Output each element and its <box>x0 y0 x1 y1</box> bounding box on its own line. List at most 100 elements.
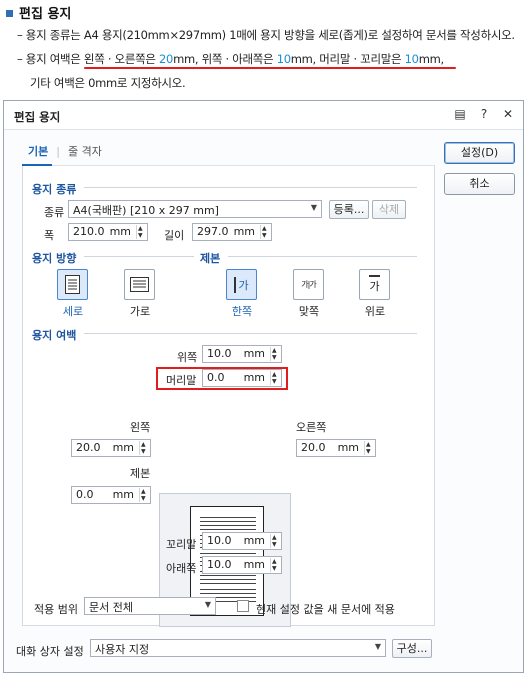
apply-scope-value: 문서 전체 <box>89 601 133 614</box>
spin-arrows-icon[interactable]: ▲ ▼ <box>139 441 148 455</box>
margins-section-title: 용지 여백 <box>32 329 77 342</box>
paper-type-value: A4(국배판) [210 x 297 mm] <box>73 204 219 217</box>
paper-type-section-title: 용지 종류 <box>32 183 77 196</box>
header-margin-spinbox[interactable]: 0.0 mm ▲ ▼ <box>202 369 282 387</box>
dialog-settings-value: 사용자 지정 <box>95 643 150 656</box>
tab-separator: | <box>56 144 60 158</box>
apply-scope-select[interactable]: 문서 전체 ▼ <box>84 597 216 615</box>
paper-type-section-line <box>84 187 417 188</box>
register-button[interactable]: 등록... <box>329 200 369 219</box>
chevron-down-icon: ▼ <box>374 642 381 651</box>
apply-new-doc-label: 현재 설정 값을 새 문서에 적용 <box>256 603 395 616</box>
spin-arrows-icon[interactable]: ▲ ▼ <box>136 225 145 239</box>
instruction-line-3: 기타 여백은 0mm로 지정하시오. <box>30 76 186 90</box>
footer-margin-label: 꼬리말 <box>166 538 197 551</box>
binding-section-title: 제본 <box>200 252 221 265</box>
right-margin-unit: mm <box>337 441 359 454</box>
binding-top-icon: 가 <box>369 275 380 294</box>
delete-button[interactable]: 삭제 <box>372 200 406 219</box>
spin-arrows-icon[interactable]: ▲ ▼ <box>139 488 148 502</box>
instr-l2-c: 20 <box>159 52 174 66</box>
paper-type-label: 종류 <box>44 206 65 219</box>
dialog-settings-label: 대화 상자 설정 <box>16 645 84 658</box>
binding-facing-caption: 맞쪽 <box>298 305 320 318</box>
right-margin-label: 오른쪽 <box>296 421 327 434</box>
landscape-option[interactable] <box>124 269 155 300</box>
configure-button[interactable]: 구성... <box>392 639 432 658</box>
instruction-line-2: – 용지 여백은 왼쪽 · 오른쪽은 20mm, 위쪽 · 아래쪽은 10mm,… <box>17 51 444 67</box>
width-spinbox[interactable]: 210.0 mm ▲ ▼ <box>68 223 148 241</box>
left-margin-unit: mm <box>112 441 134 454</box>
question-icon[interactable]: ? <box>477 107 491 121</box>
tab-line-grid[interactable]: 줄 격자 <box>62 143 108 164</box>
spin-arrows-icon[interactable]: ▲ ▼ <box>270 558 279 572</box>
binding-single-option[interactable]: 가 <box>226 269 257 300</box>
apply-new-doc-checkbox[interactable] <box>237 600 249 612</box>
width-value: 210.0 <box>73 225 105 238</box>
spin-arrows-icon[interactable]: ▲ ▼ <box>260 225 269 239</box>
instr-l2-b: 왼쪽 · 오른쪽은 <box>83 52 160 66</box>
landscape-page-icon <box>130 277 149 292</box>
left-margin-spinbox[interactable]: 20.0 mm ▲ ▼ <box>71 439 151 457</box>
help-doc-icon[interactable]: ▤ <box>453 107 467 121</box>
bullet-square-icon <box>6 10 13 17</box>
instr-l2-d: mm, 위쪽 · 아래쪽은 <box>173 52 277 66</box>
dialog-title: 편집 용지 <box>14 110 61 124</box>
instr-l2-a: – 용지 여백은 <box>17 52 84 66</box>
page-setup-dialog: 편집 용지 ▤ ? ✕ 기본 | 줄 격자 설정(D) 취소 용지 종류 종류 … <box>3 100 524 673</box>
orientation-section-line <box>84 256 194 257</box>
dialog-tabs: 기본 | 줄 격자 <box>22 143 108 164</box>
gutter-margin-value: 0.0 <box>76 488 94 501</box>
cancel-button[interactable]: 취소 <box>444 173 515 195</box>
bottom-margin-label: 아래쪽 <box>166 562 197 575</box>
red-underline-annotation <box>84 67 456 69</box>
binding-single-icon: 가 <box>234 276 249 293</box>
chevron-down-icon: ▼ <box>204 600 211 609</box>
portrait-page-icon <box>65 275 80 294</box>
gutter-margin-spinbox[interactable]: 0.0 mm ▲ ▼ <box>71 486 151 504</box>
bottom-margin-value: 10.0 <box>207 558 232 571</box>
gutter-margin-label: 제본 <box>130 467 151 480</box>
close-icon[interactable]: ✕ <box>501 107 515 121</box>
header-margin-label: 머리말 <box>166 374 197 387</box>
ok-button[interactable]: 설정(D) <box>444 142 515 164</box>
top-margin-spinbox[interactable]: 10.0 mm ▲ ▼ <box>202 345 282 363</box>
instr-l2-g: 10 <box>404 52 419 66</box>
binding-facing-option[interactable]: 가|가 <box>293 269 324 300</box>
apply-scope-label: 적용 범위 <box>34 603 78 616</box>
bottom-margin-spinbox[interactable]: 10.0 mm ▲ ▼ <box>202 556 282 574</box>
spin-arrows-icon[interactable]: ▲ ▼ <box>270 347 279 361</box>
height-spinbox[interactable]: 297.0 mm ▲ ▼ <box>192 223 272 241</box>
portrait-option[interactable] <box>57 269 88 300</box>
bottom-margin-unit: mm <box>243 558 265 571</box>
dialog-settings-select[interactable]: 사용자 지정 ▼ <box>90 639 386 657</box>
footer-margin-spinbox[interactable]: 10.0 mm ▲ ▼ <box>202 532 282 550</box>
footer-margin-unit: mm <box>243 534 265 547</box>
width-label: 폭 <box>44 229 55 242</box>
binding-top-caption: 위로 <box>364 305 386 318</box>
orientation-section-title: 용지 방향 <box>32 252 77 265</box>
instr-l2-h: mm, <box>418 52 444 66</box>
spin-arrows-icon[interactable]: ▲ ▼ <box>270 534 279 548</box>
height-unit: mm <box>233 225 255 238</box>
paper-type-select[interactable]: A4(국배판) [210 x 297 mm] ▼ <box>68 200 322 218</box>
header-margin-unit: mm <box>243 371 265 384</box>
titlebar-icons: ▤ ? ✕ <box>453 107 515 121</box>
footer-margin-value: 10.0 <box>207 534 232 547</box>
instr-l2-e: 10 <box>276 52 291 66</box>
left-margin-value: 20.0 <box>76 441 101 454</box>
landscape-caption: 가로 <box>129 305 151 318</box>
top-margin-value: 10.0 <box>207 347 232 360</box>
instruction-block: 편집 용지 – 용지 종류는 A4 용지(210mm×297mm) 1매에 용지… <box>0 0 527 96</box>
spin-arrows-icon[interactable]: ▲ ▼ <box>270 371 279 385</box>
right-margin-spinbox[interactable]: 20.0 mm ▲ ▼ <box>296 439 376 457</box>
binding-top-option[interactable]: 가 <box>359 269 390 300</box>
tab-basic[interactable]: 기본 <box>22 143 54 164</box>
header-margin-value: 0.0 <box>207 371 225 384</box>
binding-single-caption: 한쪽 <box>231 305 253 318</box>
right-margin-value: 20.0 <box>301 441 326 454</box>
spin-arrows-icon[interactable]: ▲ ▼ <box>364 441 373 455</box>
height-value: 297.0 <box>197 225 229 238</box>
binding-facing-icon: 가|가 <box>301 280 316 289</box>
chevron-down-icon: ▼ <box>310 203 317 212</box>
